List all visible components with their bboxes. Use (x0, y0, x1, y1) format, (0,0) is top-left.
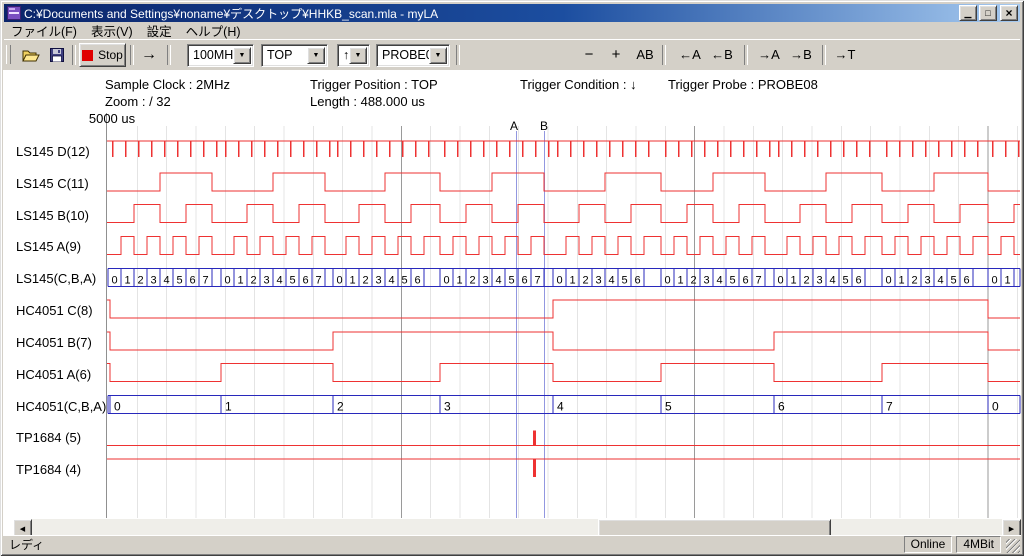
status-online-badge: Online (904, 536, 953, 553)
channel-label: LS145(C,B,A) (16, 271, 96, 286)
channel-label: HC4051 C(8) (16, 303, 93, 318)
zoom-out-button[interactable]: − (580, 44, 598, 65)
channel-label: LS145 D(12) (16, 144, 90, 159)
time-ruler-label: 5000 us (86, 111, 138, 126)
waveform-client-area[interactable] (3, 70, 1021, 536)
sample-clock-text: Sample Clock : 2MHz (105, 77, 230, 92)
zoom-in-button[interactable]: + (607, 44, 625, 65)
trigger-position-select[interactable]: TOP ▼ (261, 44, 328, 67)
set-cursor-a-button[interactable]: →A (755, 44, 783, 65)
stop-button[interactable]: Stop (79, 43, 126, 67)
dropdown-arrow-icon[interactable]: ▼ (429, 47, 447, 64)
save-file-button[interactable] (45, 44, 68, 65)
trigger-position-text: Trigger Position : TOP (310, 77, 438, 92)
dropdown-arrow-icon[interactable]: ▼ (233, 47, 251, 64)
goto-cursor-a-button[interactable]: ←A (676, 44, 704, 65)
channel-label: LS145 B(10) (16, 208, 89, 223)
toolbar-separator (744, 45, 748, 65)
set-cursor-b-button[interactable]: →B (787, 44, 815, 65)
run-button[interactable]: → (136, 44, 162, 65)
dropdown-arrow-icon[interactable]: ▼ (307, 47, 325, 64)
cursor-b-label[interactable]: B (540, 119, 548, 133)
zoom-factor-text: Zoom : / 32 (105, 94, 171, 109)
goto-cursor-b-button[interactable]: ←B (708, 44, 736, 65)
toolbar-separator (167, 45, 171, 65)
channel-label: TP1684 (4) (16, 462, 81, 477)
stop-icon (82, 50, 93, 61)
toolbar-separator (72, 45, 76, 65)
menu-bar: ファイル(F) 表示(V) 設定 ヘルプ(H) (4, 22, 1020, 39)
channel-label: LS145 C(11) (16, 176, 89, 191)
channel-label: HC4051 A(6) (16, 367, 91, 382)
toolbar-separator (456, 45, 460, 65)
trigger-probe-text: Trigger Probe : PROBE08 (668, 77, 818, 92)
trigger-edge-select[interactable]: ↑ ▼ (337, 44, 370, 67)
toolbar: Stop → 100MHz ▼ TOP ▼ ↑ ▼ PROBE00 ▼ − + … (4, 39, 1020, 70)
open-folder-icon (22, 48, 40, 62)
stop-label: Stop (98, 48, 123, 62)
toolbar-separator (662, 45, 666, 65)
channel-label: TP1684 (5) (16, 430, 81, 445)
open-file-button[interactable] (19, 44, 42, 65)
toolbar-separator (822, 45, 826, 65)
resize-grip[interactable] (1006, 539, 1020, 553)
close-button[interactable]: × (1000, 5, 1018, 21)
trigger-condition-text: Trigger Condition : ↓ (520, 77, 637, 92)
status-bar: レディ Online 4MBit (3, 535, 1021, 553)
channel-label: LS145 A(9) (16, 239, 81, 254)
minimize-button[interactable]: ▁ (959, 5, 977, 21)
cursor-a-label[interactable]: A (510, 119, 518, 133)
maximize-button[interactable]: □ (979, 5, 997, 21)
app-window: C:¥Documents and Settings¥noname¥デスクトップ¥… (0, 0, 1024, 556)
channel-label: HC4051 B(7) (16, 335, 92, 350)
goto-trigger-button[interactable]: →T (832, 44, 858, 65)
app-icon (7, 6, 21, 20)
channel-label: HC4051(C,B,A) (16, 399, 106, 414)
clock-select[interactable]: 100MHz ▼ (187, 44, 254, 67)
status-ready-text: レディ (9, 536, 900, 553)
probe-select[interactable]: PROBE00 ▼ (376, 44, 450, 67)
trigger-position-value: TOP (267, 48, 292, 62)
floppy-disk-icon (50, 48, 64, 62)
toolbar-separator (130, 45, 134, 65)
dropdown-arrow-icon[interactable]: ▼ (349, 47, 367, 64)
horizontal-scrollbar[interactable]: ◀ ▶ (13, 519, 1021, 536)
toolbar-grip[interactable] (6, 45, 11, 64)
zoom-ab-button[interactable]: AB (633, 44, 657, 65)
capture-length-text: Length : 488.000 us (310, 94, 425, 109)
status-memory-badge: 4MBit (956, 536, 1001, 553)
